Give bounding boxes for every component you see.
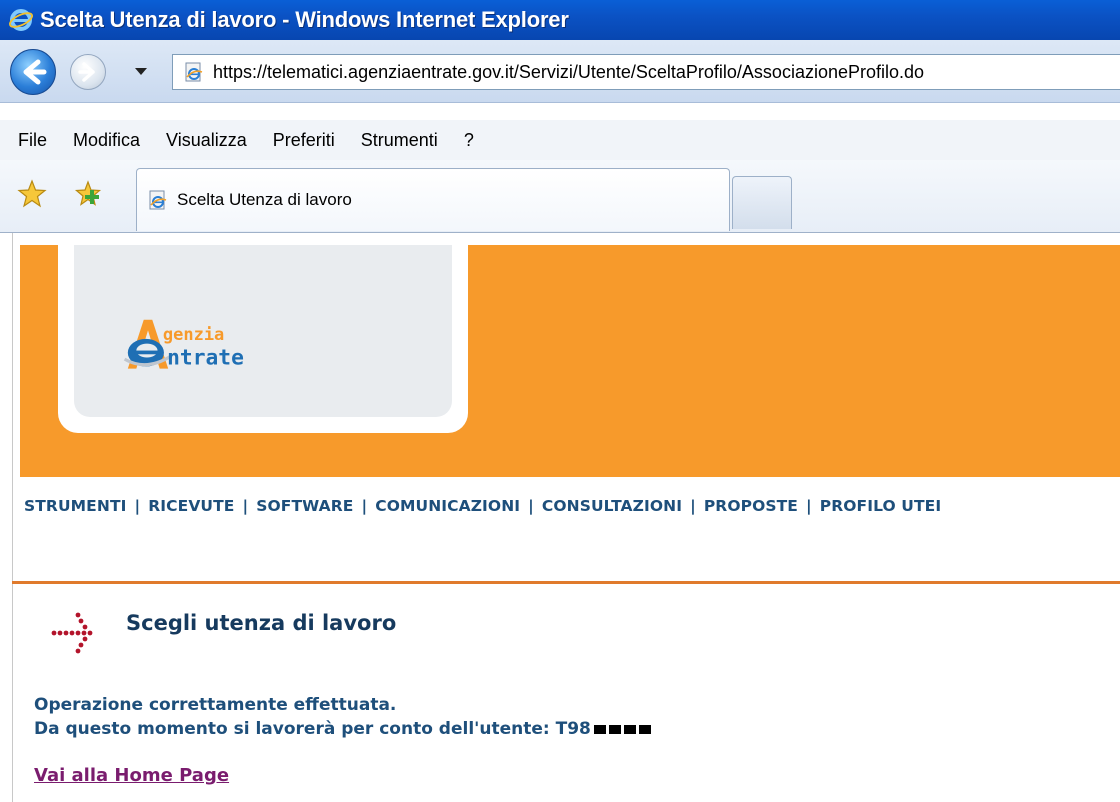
page-content: genzia ntrate STRUMENTI | RICEVUTE | SOFTWAR…: [0, 233, 1120, 802]
nav-separator: |: [805, 497, 812, 515]
navigation-toolbar: https://telematici.agenziaentrate.gov.it…: [0, 40, 1120, 103]
menu-strumenti[interactable]: Strumenti: [361, 130, 438, 151]
nav-separator: |: [361, 497, 368, 515]
nav-separator: |: [242, 497, 249, 515]
agenzia-entrate-logo[interactable]: genzia ntrate: [114, 281, 284, 401]
menu-modifica[interactable]: Modifica: [73, 130, 140, 151]
nav-separator: |: [690, 497, 696, 515]
address-bar[interactable]: https://telematici.agenziaentrate.gov.it…: [172, 54, 1120, 90]
success-message: Operazione correttamente effettuata.: [34, 695, 397, 715]
section-divider: [12, 581, 1120, 584]
tab-scelta-utenza[interactable]: Scelta Utenza di lavoro: [136, 168, 730, 231]
logo-text-genzia: genzia: [163, 325, 224, 345]
window-title-bar: Scelta Utenza di lavoro - Windows Intern…: [0, 0, 1120, 40]
tab-label: Scelta Utenza di lavoro: [177, 190, 352, 209]
nav-proposte[interactable]: PROPOSTE: [704, 497, 798, 515]
redacted-block: [638, 725, 651, 734]
nav-ricevute[interactable]: RICEVUTE: [148, 497, 234, 515]
home-page-link[interactable]: Vai alla Home Page: [34, 765, 229, 786]
nav-consultazioni[interactable]: CONSULTAZIONI: [542, 497, 682, 515]
logo-panel: genzia ntrate: [58, 245, 468, 433]
redacted-block: [593, 725, 606, 734]
dotted-arrow-icon: [51, 612, 93, 654]
favorites-star-icon[interactable]: [16, 178, 48, 210]
recent-pages-dropdown-icon[interactable]: [130, 60, 152, 82]
forward-arrow-icon: [78, 62, 95, 82]
tab-bar: Scelta Utenza di lavoro: [0, 160, 1120, 233]
user-message: Da questo momento si lavorerà per conto …: [34, 719, 651, 739]
back-button[interactable]: [10, 49, 56, 95]
menu-preferiti[interactable]: Preferiti: [273, 130, 335, 151]
user-message-text: Da questo momento si lavorerà per conto …: [34, 719, 591, 739]
header-banner: genzia ntrate: [20, 245, 1120, 477]
logo-text-ntrate: ntrate: [167, 345, 244, 370]
page-left-border: [12, 233, 13, 802]
redacted-block: [608, 725, 621, 734]
forward-button[interactable]: [70, 54, 106, 90]
menu-visualizza[interactable]: Visualizza: [166, 130, 247, 151]
nav-separator: |: [134, 497, 141, 515]
back-arrow-icon: [23, 59, 47, 85]
nav-profilo-utente[interactable]: PROFILO UTEI: [820, 497, 941, 515]
internet-explorer-icon: [9, 9, 33, 31]
nav-strumenti[interactable]: STRUMENTI: [24, 497, 126, 515]
add-favorite-icon[interactable]: [72, 178, 104, 210]
redacted-block: [623, 725, 636, 734]
page-icon: [185, 62, 203, 82]
site-navigation: STRUMENTI | RICEVUTE | SOFTWARE | COMUNICAZION…: [24, 497, 941, 515]
menu-file[interactable]: File: [18, 130, 47, 151]
nav-software[interactable]: SOFTWARE: [256, 497, 353, 515]
nav-separator: |: [528, 497, 534, 515]
page-title: Scegli utenza di lavoro: [126, 611, 397, 635]
tab-page-icon: [149, 190, 167, 210]
address-url[interactable]: https://telematici.agenziaentrate.gov.it…: [213, 62, 924, 83]
nav-comunicazioni[interactable]: COMUNICAZIONI: [375, 497, 520, 515]
new-tab-button[interactable]: [732, 176, 792, 229]
menu-bar: File Modifica Visualizza Preferiti Strum…: [0, 120, 1120, 161]
window-title: Scelta Utenza di lavoro - Windows Intern…: [40, 7, 569, 32]
logo-inner[interactable]: genzia ntrate: [74, 245, 452, 417]
menu-help[interactable]: ?: [464, 130, 474, 151]
